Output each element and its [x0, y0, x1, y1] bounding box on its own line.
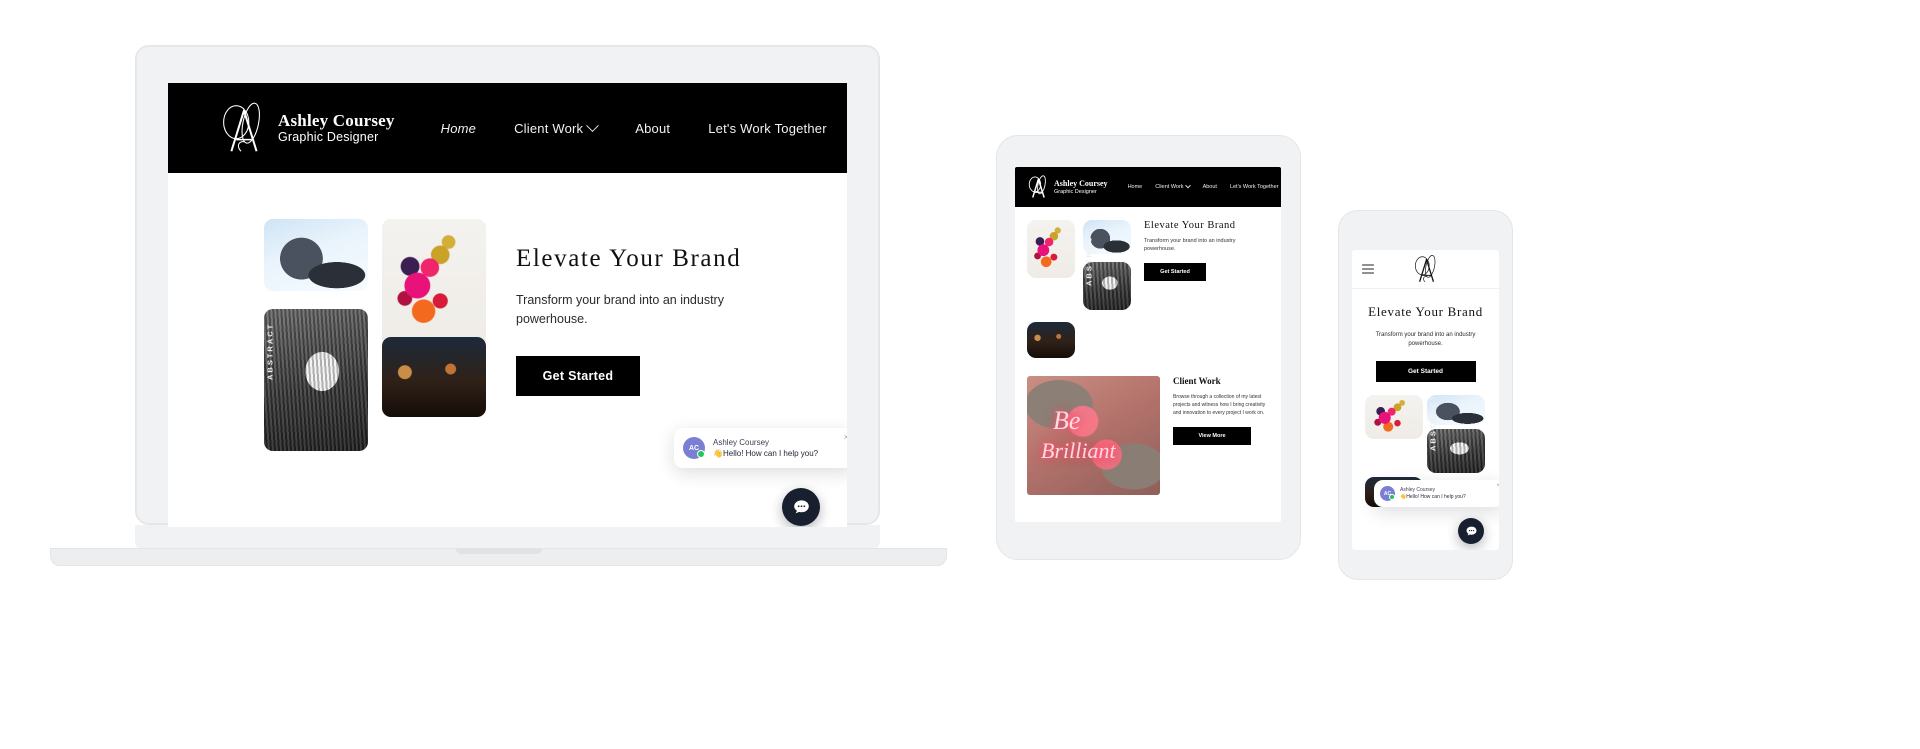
tablet-hero-copy: Elevate Your Brand Transform your brand … — [1144, 220, 1239, 358]
chat-bubble-icon — [793, 499, 809, 513]
abstract-poster-photo — [1083, 262, 1131, 310]
main-navigation: Home Client Work About Let's Work Togeth… — [441, 118, 827, 136]
chat-text-block: Ashley Coursey 👋Hello! How can I help yo… — [1400, 487, 1466, 500]
hero-subtitle: Transform your brand into an industry po… — [1144, 238, 1236, 253]
tablet-hero-section: Elevate Your Brand Transform your brand … — [1015, 207, 1281, 358]
phone-hero-section: Elevate Your Brand Transform your brand … — [1352, 289, 1499, 383]
monogram-icon — [212, 97, 274, 159]
paint-splatter-photo — [1027, 220, 1075, 278]
nav-item-lets-work-together[interactable]: Let's Work Together — [708, 121, 827, 136]
restaurant-interior-photo — [1027, 322, 1075, 358]
brand-name: Ashley Coursey — [278, 111, 395, 131]
client-work-section: Client Work Browse through a collection … — [1015, 358, 1281, 495]
nav-item-about[interactable]: About — [635, 121, 670, 136]
phone-device-mockup: Elevate Your Brand Transform your brand … — [1338, 210, 1513, 580]
hero-section: Elevate Your Brand Transform your brand … — [168, 173, 847, 451]
hero-title: Elevate Your Brand — [1144, 220, 1236, 231]
chat-message: 👋Hello! How can I help you? — [713, 449, 819, 458]
online-status-dot — [1388, 493, 1395, 500]
mockup-stage: Ashley Coursey Graphic Designer Home Cli… — [0, 0, 1920, 749]
brand-name: Ashley Coursey — [1054, 179, 1108, 189]
chat-sender-name: Ashley Coursey — [1400, 487, 1436, 493]
chat-popup[interactable]: AC Ashley Coursey 👋Hello! How can I help… — [1374, 480, 1499, 507]
tablet-main-navigation: Home Client Work About Let's Work Togeth… — [1128, 182, 1279, 190]
nav-item-home[interactable]: Home — [1128, 184, 1143, 190]
site-header: Ashley Coursey Graphic Designer Home Cli… — [168, 83, 847, 173]
get-started-button[interactable]: Get Started — [1144, 262, 1206, 281]
chat-avatar: AC — [683, 437, 705, 459]
be-brilliant-neon-image — [1027, 376, 1160, 495]
paint-splatter-photo — [1365, 395, 1423, 440]
nav-item-label: Let's Work Together — [1229, 184, 1279, 190]
nav-item-label: Client Work — [514, 120, 584, 136]
online-status-dot — [697, 450, 705, 458]
laptop-device-mockup: Ashley Coursey Graphic Designer Home Cli… — [135, 45, 880, 527]
chevron-down-icon — [586, 118, 600, 132]
tablet-device-mockup: Ashley Coursey Graphic Designer Home Cli… — [996, 135, 1301, 560]
nav-item-label: Client Work — [1155, 184, 1184, 190]
client-work-body: Browse through a collection of my latest… — [1173, 394, 1266, 416]
hero-image-collage — [1027, 220, 1131, 358]
brand-logo[interactable]: Ashley Coursey Graphic Designer — [212, 97, 395, 159]
client-work-copy: Client Work Browse through a collection … — [1173, 376, 1269, 495]
nav-item-label: About — [635, 120, 671, 136]
nav-item-lets-work-together[interactable]: Let's Work Together — [1230, 184, 1279, 190]
nav-item-label: Home — [440, 120, 477, 136]
laptop-base — [50, 548, 947, 566]
monogram-icon — [1409, 252, 1443, 286]
view-more-button[interactable]: View More — [1173, 427, 1251, 445]
tablet-site-header: Ashley Coursey Graphic Designer Home Cli… — [1015, 167, 1281, 207]
hero-image-collage — [264, 219, 486, 451]
get-started-button[interactable]: Get Started — [1375, 361, 1476, 383]
close-icon[interactable]: × — [1496, 483, 1499, 489]
phone-site-header — [1352, 250, 1499, 289]
monogram-icon — [1024, 173, 1052, 201]
tablet-screen: Ashley Coursey Graphic Designer Home Cli… — [1015, 167, 1281, 522]
hero-subtitle: Transform your brand into an industry po… — [1375, 331, 1476, 348]
brand-tagline: Graphic Designer — [278, 129, 379, 144]
paint-splatter-photo — [382, 219, 486, 347]
nav-item-client-work[interactable]: Client Work — [514, 118, 600, 136]
snowboard-photo — [264, 219, 368, 291]
chat-fab-button[interactable] — [782, 488, 820, 526]
chevron-down-icon — [1184, 182, 1191, 189]
chat-popup[interactable]: AC Ashley Coursey 👋Hello! How can I help… — [674, 428, 847, 468]
tablet-brand-logo-text: Ashley Coursey Graphic Designer — [1054, 179, 1108, 195]
chat-text-block: Ashley Coursey 👋Hello! How can I help yo… — [713, 438, 818, 458]
chat-avatar: AC — [1380, 486, 1395, 501]
chat-bubble-icon — [1466, 526, 1476, 535]
get-started-button[interactable]: Get Started — [516, 355, 640, 396]
laptop-screen: Ashley Coursey Graphic Designer Home Cli… — [168, 83, 847, 527]
hero-title: Elevate Your Brand — [1368, 304, 1483, 319]
abstract-poster-photo — [1427, 429, 1485, 474]
nav-item-label: Home — [1127, 184, 1143, 190]
chat-sender-name: Ashley Coursey — [713, 438, 770, 447]
hero-subtitle: Transform your brand into an industry po… — [516, 293, 724, 327]
close-icon[interactable]: × — [844, 433, 847, 442]
nav-item-label: About — [1202, 184, 1217, 190]
hamburger-menu-icon[interactable] — [1362, 264, 1374, 274]
nav-item-home[interactable]: Home — [441, 121, 476, 136]
hero-copy: Elevate Your Brand Transform your brand … — [516, 219, 741, 431]
chat-fab-button[interactable] — [1458, 518, 1484, 544]
nav-item-label: Let's Work Together — [708, 120, 827, 136]
abstract-poster-photo — [264, 309, 368, 451]
phone-screen: Elevate Your Brand Transform your brand … — [1352, 250, 1499, 550]
nav-item-client-work[interactable]: Client Work — [1155, 182, 1191, 190]
nav-item-about[interactable]: About — [1203, 184, 1217, 190]
client-work-title: Client Work — [1173, 376, 1221, 386]
restaurant-interior-photo — [382, 337, 486, 417]
brand-tagline: Graphic Designer — [1054, 188, 1097, 195]
hero-title: Elevate Your Brand — [516, 245, 742, 272]
chat-message: 👋Hello! How can I help you? — [1400, 494, 1466, 500]
brand-logo-text: Ashley Coursey Graphic Designer — [278, 112, 395, 144]
